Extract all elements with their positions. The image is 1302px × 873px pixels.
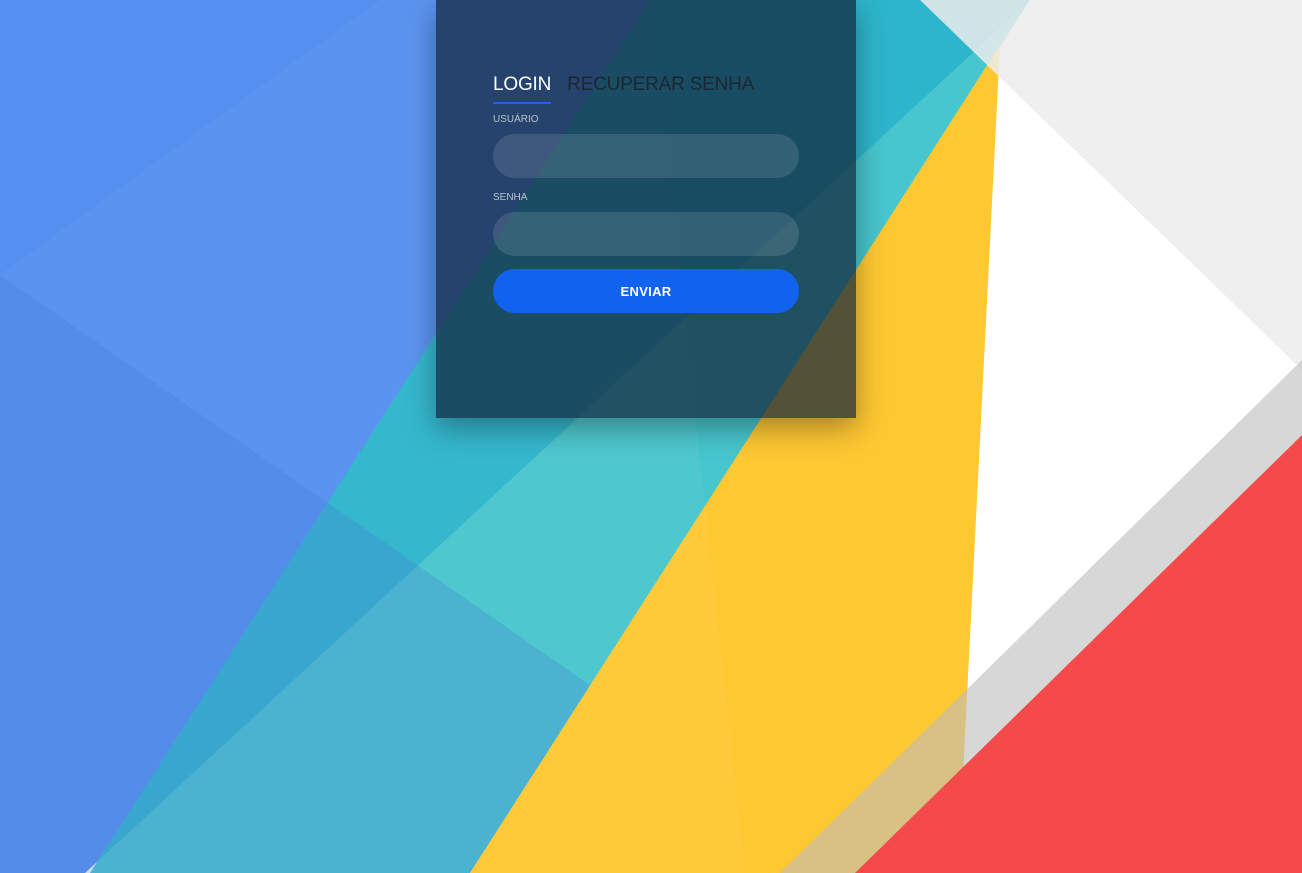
username-input[interactable] [493, 134, 799, 178]
password-label: SENHA [493, 192, 528, 203]
tab-login[interactable]: LOGIN [493, 74, 551, 104]
tab-recover-password[interactable]: RECUPERAR SENHA [567, 74, 754, 104]
username-label: USUÁRIO [493, 114, 539, 125]
login-card: LOGIN RECUPERAR SENHA USUÁRIO SENHA ENVI… [436, 0, 856, 418]
tab-bar: LOGIN RECUPERAR SENHA [493, 74, 754, 104]
submit-button[interactable]: ENVIAR [493, 269, 799, 313]
password-input[interactable] [493, 212, 799, 256]
